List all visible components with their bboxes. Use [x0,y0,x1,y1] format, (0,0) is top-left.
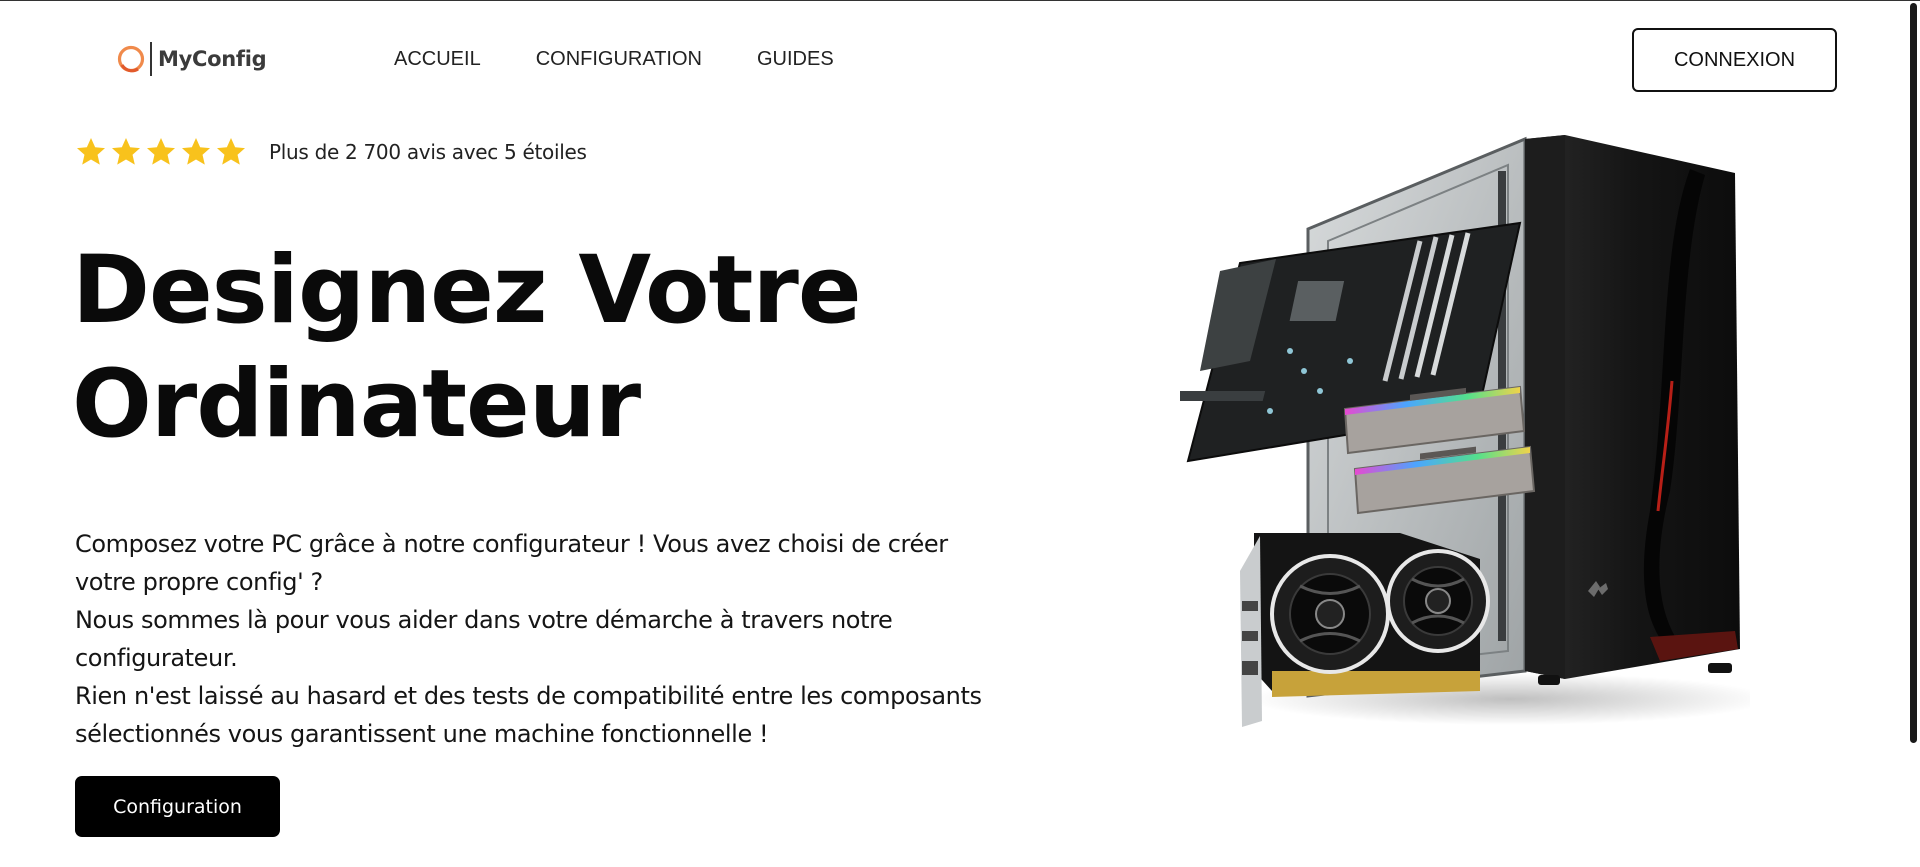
rating: Plus de 2 700 avis avec 5 étoiles [75,136,587,168]
logo-text: MyConfig [158,47,267,71]
star-icon [217,138,245,165]
site-header: MyConfig ACCUEIL CONFIGURATION GUIDES CO… [0,1,1900,121]
hero-paragraph-1: Composez votre PC grâce à notre configur… [75,530,948,596]
nav-item-guides[interactable]: GUIDES [757,48,834,71]
scrollbar-thumb[interactable] [1910,3,1917,743]
pc-components-image [1180,135,1750,727]
hero-paragraph-2: Nous sommes là pour vous aider dans votr… [75,606,893,672]
star-icon [112,138,140,165]
hero-title: Designez Votre Ordinateur [72,234,972,462]
main-nav: ACCUEIL CONFIGURATION GUIDES [394,48,834,71]
nav-item-accueil[interactable]: ACCUEIL [394,48,481,71]
nav-item-configuration[interactable]: CONFIGURATION [536,48,702,71]
hero-title-line-2: Ordinateur [72,350,641,459]
rating-text: Plus de 2 700 avis avec 5 étoiles [269,140,587,164]
star-icon [182,138,210,165]
hero-description: Composez votre PC grâce à notre configur… [75,525,1005,753]
hero-title-line-1: Designez Votre [72,236,862,345]
login-button[interactable]: CONNEXION [1632,28,1837,92]
star-rating [75,136,247,168]
star-icon [147,138,175,165]
hero-paragraph-3: Rien n'est laissé au hasard et des tests… [75,682,982,748]
logo[interactable]: MyConfig [116,41,267,77]
ring-logo-icon [117,45,145,73]
star-icon [77,138,105,165]
logo-divider [150,42,152,76]
configuration-button[interactable]: Configuration [75,776,280,837]
